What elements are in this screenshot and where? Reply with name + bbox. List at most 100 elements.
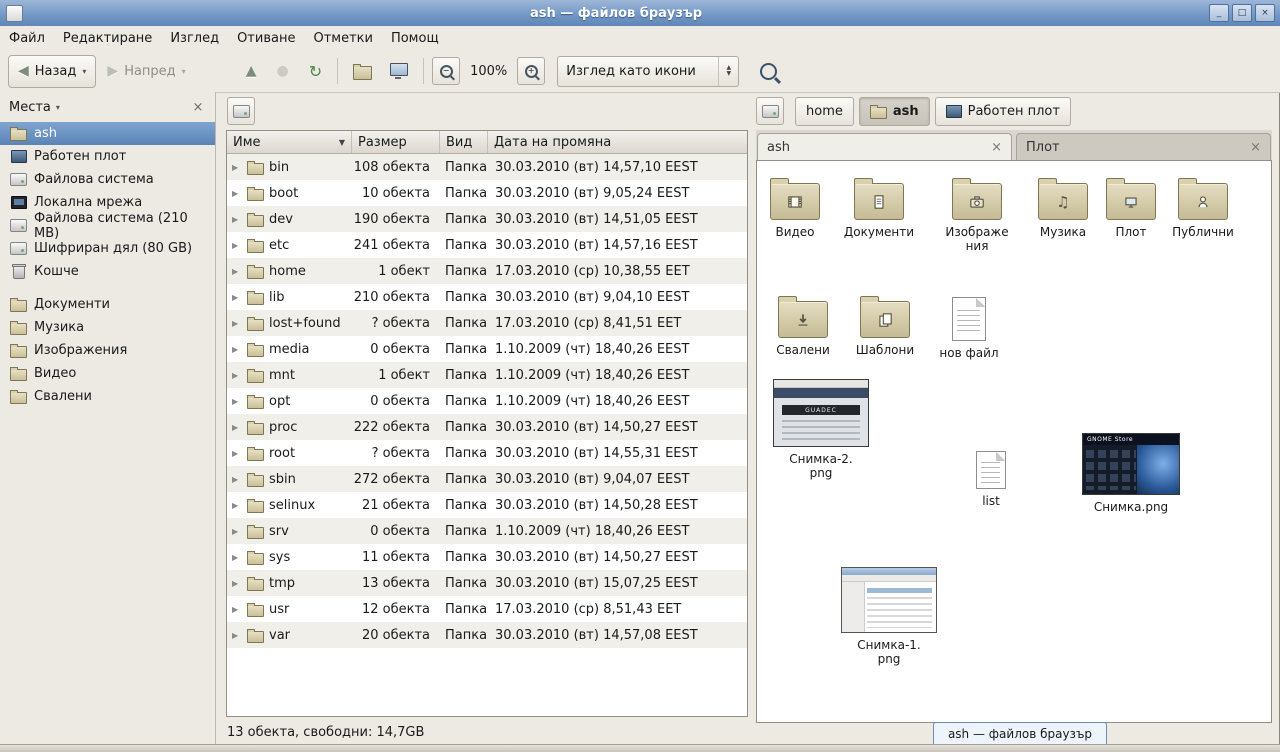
table-row[interactable]: ▶proc222 обектаПапка30.03.2010 (вт) 14,5… — [227, 414, 747, 440]
expander-icon[interactable]: ▶ — [232, 579, 242, 588]
computer-button[interactable] — [383, 55, 415, 88]
column-header-size[interactable]: Размер — [352, 131, 440, 153]
home-button[interactable] — [346, 55, 379, 88]
table-row[interactable]: ▶home1 обектПапка17.03.2010 (ср) 10,38,5… — [227, 258, 747, 284]
expander-icon[interactable]: ▶ — [232, 241, 242, 250]
expander-icon[interactable]: ▶ — [232, 527, 242, 536]
expander-icon[interactable]: ▶ — [232, 215, 242, 224]
expander-icon[interactable]: ▶ — [232, 163, 242, 172]
chevron-down-icon[interactable]: ▾ — [56, 103, 60, 112]
sidebar-item-downloads[interactable]: Свалени — [0, 385, 215, 408]
root-location-button[interactable] — [227, 97, 255, 125]
table-row[interactable]: ▶srv0 обектаПапка1.10.2009 (чт) 18,40,26… — [227, 518, 747, 544]
sidebar-separator — [0, 283, 215, 293]
forward-button[interactable]: ▶ Напред ▾ — [100, 55, 192, 88]
table-row[interactable]: ▶root? обектаПапка30.03.2010 (вт) 14,55,… — [227, 440, 747, 466]
breadcrumb-root-button[interactable] — [756, 97, 784, 125]
up-button[interactable]: ▲ — [239, 55, 264, 88]
menu-help[interactable]: Помощ — [382, 28, 448, 49]
table-row[interactable]: ▶var20 обектаПапка30.03.2010 (вт) 14,57,… — [227, 622, 747, 648]
expander-icon[interactable]: ▶ — [232, 397, 242, 406]
menu-file[interactable]: Файл — [0, 28, 54, 49]
sidebar-item-documents[interactable]: Документи — [0, 293, 215, 316]
expander-icon[interactable]: ▶ — [232, 371, 242, 380]
file-list-item[interactable]: list — [949, 449, 1033, 508]
table-row[interactable]: ▶selinux21 обектаПапка30.03.2010 (вт) 14… — [227, 492, 747, 518]
expander-icon[interactable]: ▶ — [232, 345, 242, 354]
folder-public-item[interactable]: Публични — [1161, 175, 1245, 239]
tab-ash[interactable]: ash × — [757, 133, 1012, 160]
table-row[interactable]: ▶dev190 обектаПапка30.03.2010 (вт) 14,51… — [227, 206, 747, 232]
minimize-button[interactable]: _ — [1209, 4, 1229, 22]
image-snimka1-item[interactable]: Снимка-1.png — [841, 567, 937, 666]
sidebar-item-filesystem-210mb[interactable]: Файлова система (210 MB) — [0, 214, 215, 237]
zoom-out-button[interactable]: − — [432, 57, 460, 85]
breadcrumb-home-button[interactable]: home — [795, 97, 854, 126]
folder-templates-item[interactable]: Шаблони — [843, 293, 927, 357]
menu-edit[interactable]: Редактиране — [54, 28, 161, 49]
window-icon[interactable] — [6, 5, 23, 22]
stop-button[interactable]: ● — [269, 55, 295, 88]
view-mode-select[interactable]: Изглед като икони ▲▼ — [557, 56, 739, 87]
folder-downloads-item[interactable]: Свалени — [761, 293, 845, 357]
zoom-in-button[interactable]: + — [517, 57, 545, 85]
column-header-name[interactable]: Име ▼ — [227, 131, 352, 153]
back-button[interactable]: ◀ Назад ▾ — [8, 55, 96, 88]
maximize-button[interactable]: □ — [1232, 4, 1252, 22]
tab-plot[interactable]: Плот × — [1016, 133, 1271, 160]
sidebar-item-filesystem[interactable]: Файлова система — [0, 168, 215, 191]
sidebar-item-trash[interactable]: Кошче — [0, 260, 215, 283]
search-button[interactable] — [753, 55, 784, 88]
close-button[interactable]: × — [1255, 4, 1275, 22]
drive-icon — [10, 172, 27, 188]
folder-documents-item[interactable]: Документи — [837, 175, 921, 239]
tab-close-icon[interactable]: × — [1250, 140, 1261, 155]
expander-icon[interactable]: ▶ — [232, 293, 242, 302]
sidebar-item-videos[interactable]: Видео — [0, 362, 215, 385]
column-header-date[interactable]: Дата на промяна — [488, 131, 747, 153]
sidebar-item-pictures[interactable]: Изображения — [0, 339, 215, 362]
table-row[interactable]: ▶sbin272 обектаПапка30.03.2010 (вт) 9,04… — [227, 466, 747, 492]
sidebar-item-encrypted[interactable]: Шифриран дял (80 GB) — [0, 237, 215, 260]
table-row[interactable]: ▶media0 обектаПапка1.10.2009 (чт) 18,40,… — [227, 336, 747, 362]
table-row[interactable]: ▶boot10 обектаПапка30.03.2010 (вт) 9,05,… — [227, 180, 747, 206]
folder-pictures-item[interactable]: Изображения — [935, 175, 1019, 253]
sidebar-item-music[interactable]: Музика — [0, 316, 215, 339]
sidebar-item-ash[interactable]: ash — [0, 122, 215, 145]
sidebar-close-icon[interactable]: × — [190, 100, 206, 115]
tab-close-icon[interactable]: × — [991, 140, 1002, 155]
image-snimka-item[interactable]: GNOME Store Снимка.png — [1083, 433, 1179, 514]
table-row[interactable]: ▶etc241 обектаПапка30.03.2010 (вт) 14,57… — [227, 232, 747, 258]
expander-icon[interactable]: ▶ — [232, 189, 242, 198]
image-snimka2-item[interactable]: GUADEC Снимка-2.png — [773, 379, 869, 480]
expander-icon[interactable]: ▶ — [232, 475, 242, 484]
table-row[interactable]: ▶opt0 обектаПапка1.10.2009 (чт) 18,40,26… — [227, 388, 747, 414]
sidebar-item-desktop[interactable]: Работен плот — [0, 145, 215, 168]
menu-go[interactable]: Отиване — [228, 28, 304, 49]
table-row[interactable]: ▶sys11 обектаПапка30.03.2010 (вт) 14,50,… — [227, 544, 747, 570]
table-row[interactable]: ▶usr12 обектаПапка17.03.2010 (ср) 8,51,4… — [227, 596, 747, 622]
expander-icon[interactable]: ▶ — [232, 319, 242, 328]
expander-icon[interactable]: ▶ — [232, 423, 242, 432]
table-row[interactable]: ▶tmp13 обектаПапка30.03.2010 (вт) 15,07,… — [227, 570, 747, 596]
reload-button[interactable]: ↻ — [302, 55, 329, 88]
new-file-item[interactable]: нов файл — [927, 293, 1011, 360]
table-row[interactable]: ▶bin108 обектаПапка30.03.2010 (вт) 14,57… — [227, 154, 747, 180]
expander-icon[interactable]: ▶ — [232, 267, 242, 276]
sidebar-title[interactable]: Места — [9, 100, 51, 115]
table-row[interactable]: ▶lost+found? обектаПапка17.03.2010 (ср) … — [227, 310, 747, 336]
folder-video-item[interactable]: Видео — [756, 175, 837, 239]
breadcrumb-desktop-button[interactable]: Работен плот — [935, 97, 1071, 126]
table-row[interactable]: ▶mnt1 обектПапка1.10.2009 (чт) 18,40,26 … — [227, 362, 747, 388]
expander-icon[interactable]: ▶ — [232, 553, 242, 562]
expander-icon[interactable]: ▶ — [232, 605, 242, 614]
table-row[interactable]: ▶lib210 обектаПапка30.03.2010 (вт) 9,04,… — [227, 284, 747, 310]
menu-view[interactable]: Изглед — [161, 28, 228, 49]
column-header-type[interactable]: Вид — [440, 131, 488, 153]
expander-icon[interactable]: ▶ — [232, 501, 242, 510]
breadcrumb-ash-button[interactable]: ash — [859, 97, 930, 126]
expander-icon[interactable]: ▶ — [232, 449, 242, 458]
expander-icon[interactable]: ▶ — [232, 631, 242, 640]
menu-bookmarks[interactable]: Отметки — [304, 28, 381, 49]
icon-view[interactable]: Видео Документи Изображения ♫ Музика — [756, 160, 1272, 723]
